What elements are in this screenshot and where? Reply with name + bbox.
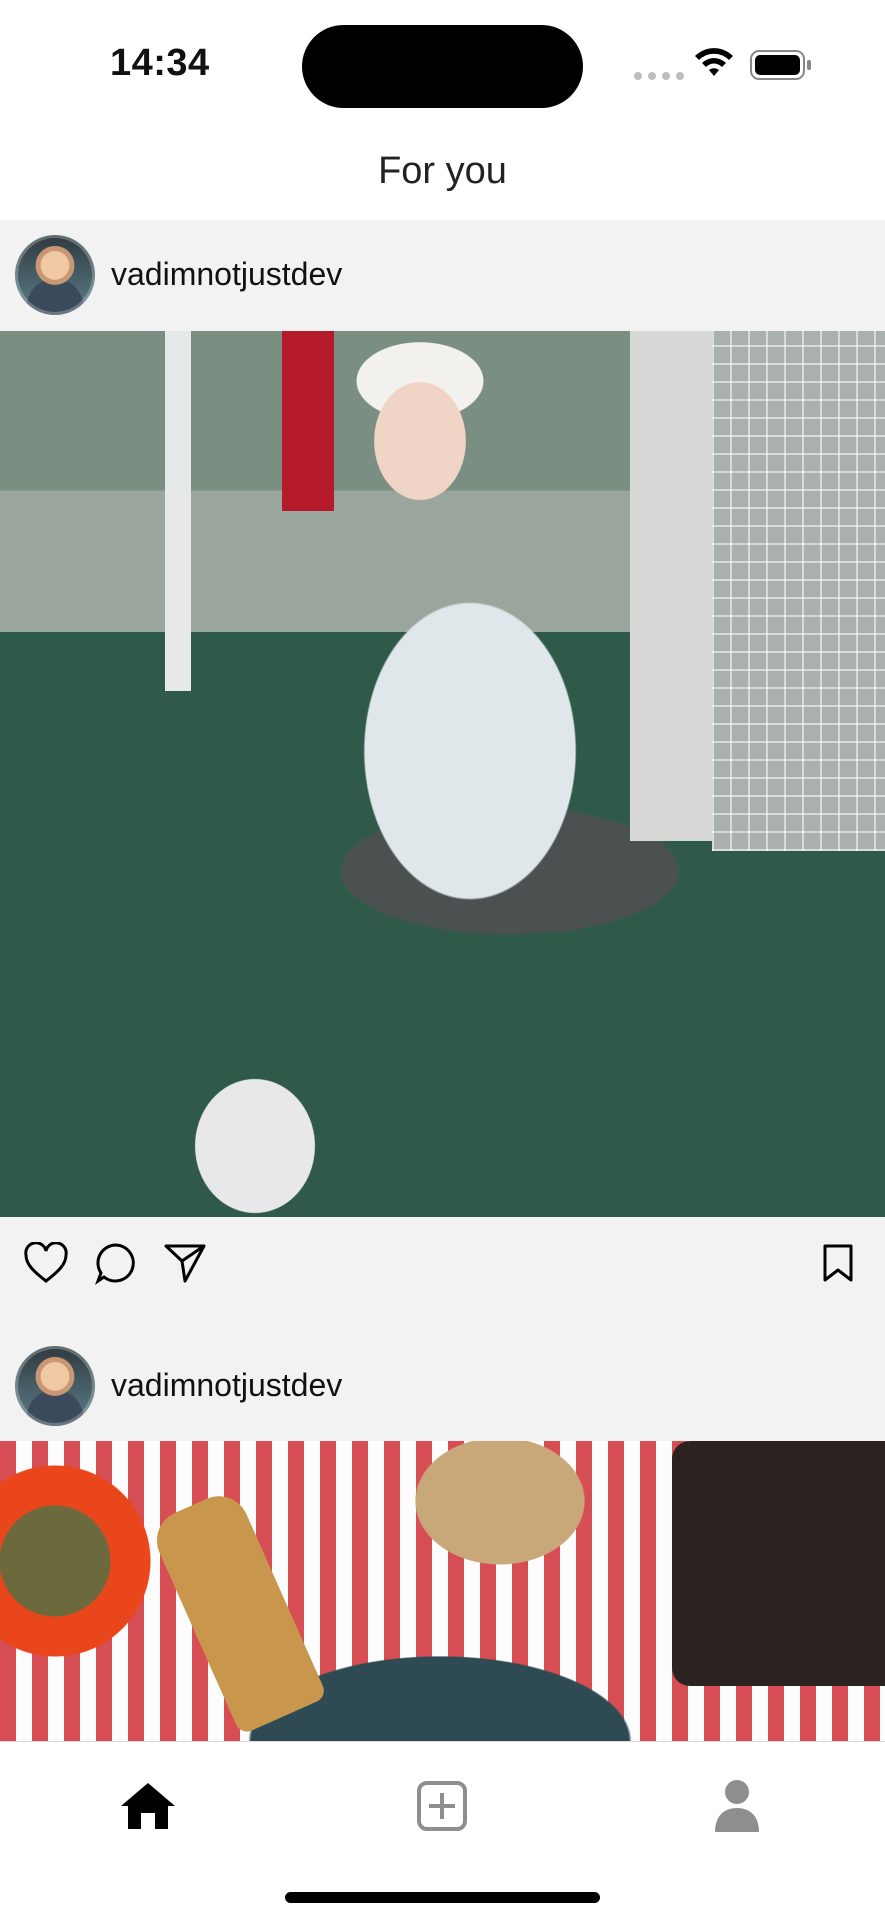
home-indicator (285, 1892, 600, 1903)
post-header: vadimnotjustdev (0, 220, 885, 330)
post-header: vadimnotjustdev (0, 1331, 885, 1441)
signal-icon (634, 72, 684, 80)
avatar[interactable] (15, 235, 95, 315)
tab-bar (0, 1741, 885, 1921)
post-actions (0, 1217, 885, 1312)
add-icon[interactable] (402, 1766, 482, 1846)
post-image[interactable] (0, 1441, 885, 1741)
profile-icon[interactable] (697, 1766, 777, 1846)
send-icon[interactable] (161, 1239, 209, 1287)
status-bar: 14:34 (0, 0, 885, 120)
battery-icon (750, 50, 811, 80)
post-username[interactable]: vadimnotjustdev (111, 256, 342, 293)
status-time: 14:34 (110, 42, 210, 84)
avatar[interactable] (15, 1346, 95, 1426)
comment-icon[interactable] (92, 1239, 140, 1287)
page-title: For you (378, 150, 507, 192)
post-image[interactable] (0, 331, 885, 1217)
wifi-icon (695, 48, 733, 76)
feed-header: For you (0, 120, 885, 220)
heart-icon[interactable] (22, 1239, 70, 1287)
dynamic-island (302, 25, 583, 108)
home-icon[interactable] (108, 1766, 188, 1846)
post-username[interactable]: vadimnotjustdev (111, 1367, 342, 1404)
bookmark-icon[interactable] (814, 1239, 862, 1287)
